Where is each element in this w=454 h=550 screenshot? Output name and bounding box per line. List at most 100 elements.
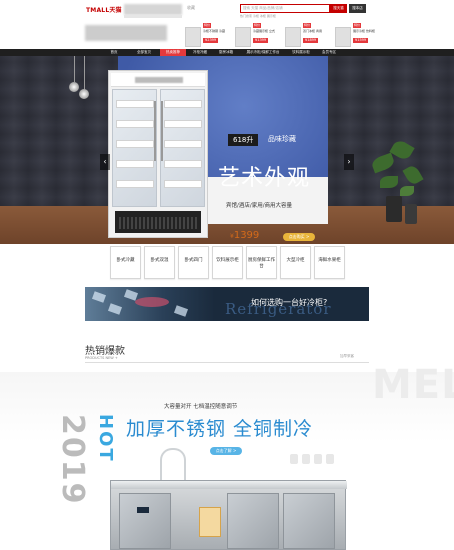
fridge-handle	[161, 101, 163, 161]
energy-sticker	[199, 507, 221, 537]
jar	[326, 454, 334, 464]
section-subtitle: PRODUCTS NEW +	[85, 356, 118, 360]
promo-image	[285, 27, 301, 47]
quality-tag: 品味珍藏	[268, 135, 296, 143]
capacity-tag: 618升	[228, 134, 259, 146]
brand-banner-logo[interactable]	[85, 25, 167, 41]
promo-item[interactable]: 特价 冷藏展示柜 立式 ¥1399	[235, 23, 289, 49]
promo-badge: 特价	[253, 23, 262, 28]
promo-item[interactable]: 特价 冷柜不锈钢 冷藏 ¥2399	[185, 23, 239, 49]
nav-item-kitchen[interactable]: 厨房冰箱	[214, 49, 238, 56]
hero-title: 艺术外观	[218, 166, 311, 191]
favorite-link[interactable]: 收藏	[187, 5, 195, 11]
shop-nav: 首页 全部宝贝 热卖推荐 冷柜冷藏 厨房冰箱 展示冷柜/保鲜工作台 饮料展示柜 …	[0, 49, 454, 56]
counter-door	[119, 493, 171, 549]
jar	[290, 454, 298, 464]
ice-cube	[173, 305, 189, 317]
lamp-shade	[79, 89, 89, 99]
fridge-grill	[119, 217, 197, 229]
top-bar: TMALL天猫 收藏 搜索 天猫 商品/品牌/店铺 搜天猫 搜本店 热门搜索 冷…	[0, 0, 454, 22]
plant-pot	[386, 196, 402, 222]
category-box[interactable]: 饮料展示柜	[212, 246, 243, 279]
nav-item-all[interactable]: 全部宝贝	[132, 49, 156, 56]
category-box[interactable]: 卧式冷藏	[110, 246, 141, 279]
nav-item-home[interactable]: 首页	[104, 49, 124, 56]
search-input[interactable]: 搜索 天猫 商品/品牌/店铺	[240, 4, 330, 13]
hero-banner[interactable]: 618升 品味珍藏 艺术外观 宾馆/酒店/家用/商用大容量 ¥1399 点击购买…	[0, 56, 454, 244]
nav-item-freezer[interactable]: 冷柜冷藏	[188, 49, 212, 56]
hero-buy-button[interactable]: 点击购买 >	[283, 233, 315, 241]
jar	[302, 454, 310, 464]
promo-badge: 特价	[303, 23, 312, 28]
fridge-header	[111, 73, 205, 87]
hero-subtitle: 宾馆/酒店/家用/商用大容量	[226, 203, 293, 209]
promo-image	[335, 27, 351, 47]
workbench-fridge-image	[110, 480, 347, 550]
fridge-shelf	[116, 140, 154, 148]
promo-image	[235, 27, 251, 47]
promo-item[interactable]: 特价 展示冷柜 饮料柜 ¥1599	[335, 23, 389, 49]
shop-page: TMALL天猫 收藏 搜索 天猫 商品/品牌/店铺 搜天猫 搜本店 热门搜索 冷…	[0, 0, 454, 550]
nav-item-hot[interactable]: 热卖推荐	[160, 49, 186, 56]
tmall-logo[interactable]: TMALL天猫	[86, 5, 122, 14]
fridge-shelf	[164, 100, 202, 108]
plant-leaf	[380, 176, 398, 188]
category-box[interactable]: 海鲜水果柜	[314, 246, 345, 279]
jars-image	[290, 454, 334, 464]
section-divider	[85, 362, 369, 363]
prev-slide-arrow[interactable]: ‹	[100, 154, 110, 170]
faucet-image	[160, 448, 186, 480]
shop-logo[interactable]	[124, 4, 182, 15]
brand-watermark: MEL	[372, 362, 454, 408]
next-slide-arrow[interactable]: ›	[344, 154, 354, 170]
promo-badge: 特价	[353, 23, 362, 28]
hot-search-words[interactable]: 热门搜索 冷柜 冰柜 展示柜	[240, 14, 276, 18]
counter-top	[111, 481, 347, 489]
year-label: 2019	[55, 414, 90, 506]
fridge-handle	[154, 101, 156, 161]
section-more-link[interactable]: 加早采客	[340, 354, 354, 359]
search-tmall-button[interactable]: 搜天猫	[330, 4, 347, 13]
product-subtitle: 大容量对开 七档温控随意调节	[164, 404, 238, 410]
product-learn-more-button[interactable]: 点击了解 >	[210, 447, 242, 455]
promo-strip: 特价 冷柜不锈钢 冷藏 ¥2399 特价 冷藏展示柜 立式 ¥1399 特价 双…	[85, 23, 385, 49]
fridge-shelf	[116, 180, 154, 188]
buying-guide-banner[interactable]: Refrigerator 如何选购一台好冷柜?	[85, 287, 369, 321]
fridge-shelf	[164, 140, 202, 148]
category-box[interactable]: 卧式双温	[144, 246, 175, 279]
pendant-lamp	[74, 56, 75, 82]
promo-item[interactable]: 特价 双门冰柜 商用 ¥1899	[285, 23, 339, 49]
pendant-lamp	[84, 56, 85, 90]
promo-name: 冷柜不锈钢 冷藏	[203, 29, 225, 33]
buying-guide-text: 如何选购一台好冷柜?	[251, 298, 328, 307]
promo-badge: 特价	[203, 23, 212, 28]
counter-door	[227, 493, 279, 549]
nav-item-display[interactable]: 展示冷柜/保鲜工作台	[240, 49, 286, 56]
category-box[interactable]: 厨房保鲜工作台	[246, 246, 277, 279]
fridge-shelf	[164, 160, 202, 168]
nav-item-member[interactable]: 会员专区	[316, 49, 342, 56]
fridge-door-right	[160, 89, 205, 207]
lamp-shade	[69, 82, 79, 92]
price-value: 1399	[233, 230, 260, 241]
nav-item-drinks[interactable]: 饮料展示柜	[288, 49, 314, 56]
hero-price: ¥1399	[230, 230, 259, 241]
promo-name: 冷藏展示柜 立式	[253, 29, 275, 33]
promo-price: ¥1899	[303, 38, 319, 43]
counter-door	[283, 493, 335, 549]
promo-price: ¥1399	[253, 38, 269, 43]
category-box[interactable]: 卧式四门	[178, 246, 209, 279]
section-title: 热销爆款	[85, 346, 125, 357]
fridge-shelf	[116, 160, 154, 168]
promo-name: 双门冰柜 商用	[303, 29, 322, 33]
search-shop-button[interactable]: 搜本店	[349, 4, 366, 13]
ice-cube	[107, 303, 123, 315]
category-links: 卧式冷藏 卧式双温 卧式四门 饮料展示柜 厨房保鲜工作台 大型冷柜 海鲜水果柜	[108, 246, 348, 282]
promo-name: 展示冷柜 饮料柜	[353, 29, 375, 33]
ice-cube	[91, 291, 107, 303]
fridge-door-left	[112, 89, 157, 207]
ice-seafood-image	[85, 287, 215, 321]
category-box[interactable]: 大型冷柜	[280, 246, 311, 279]
shop-info	[124, 15, 182, 18]
fridge-shelf	[164, 180, 202, 188]
